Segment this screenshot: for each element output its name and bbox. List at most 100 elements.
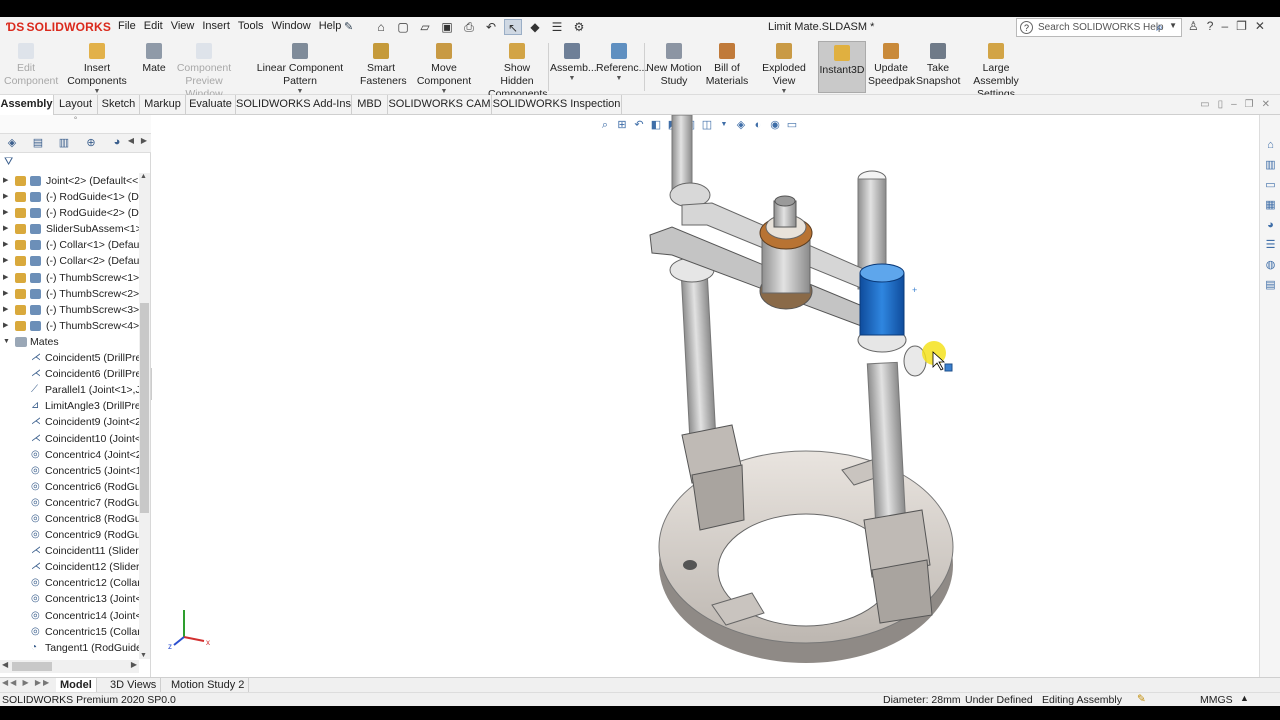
tab-model[interactable]: Model [56, 678, 97, 692]
mate-item[interactable]: ⋌ Coincident9 (Joint<2 [0, 414, 140, 430]
tab-sketch[interactable]: Sketch [98, 95, 140, 115]
tree-item[interactable]: ▶ (-) Collar<2> (Defau [0, 253, 140, 269]
large-assembly-settings-button[interactable]: Large Assembly Settings [962, 43, 1030, 101]
filter-icon[interactable]: ⛛ [4, 156, 13, 169]
mate-item[interactable]: ◎ Concentric14 (Joint< [0, 608, 140, 624]
search-help-box[interactable]: ? Search SOLIDWORKS Help ⌕ ▼ [1016, 18, 1182, 37]
exploded-view-button[interactable]: Exploded View ▼ [752, 43, 816, 96]
doc-restore-icon[interactable]: ▯ [1218, 99, 1224, 110]
appearances-icon[interactable]: ◕ [1260, 215, 1280, 235]
mate-item[interactable]: ◔ Tangent1 (RodGuide [0, 640, 140, 656]
update-speedpak-button[interactable]: Update Speedpak [868, 43, 915, 88]
mate-item[interactable]: ⊿ LimitAngle3 (DrillPre [0, 398, 140, 414]
new-motion-study-button[interactable]: New Motion Study [646, 43, 702, 88]
show-hidden-components-button[interactable]: Show Hidden Components [488, 43, 548, 101]
print-icon[interactable]: ⎙ [460, 19, 478, 35]
move-component-button[interactable]: Move Component ▼ [404, 43, 484, 96]
tree-item[interactable]: ▶ (-) ThumbScrew<1> [0, 270, 140, 286]
markups-icon[interactable]: ▤ [1260, 275, 1280, 295]
tab-assembly[interactable]: Assembly [0, 95, 54, 115]
mate-item[interactable]: ◎ Concentric12 (Collar [0, 575, 140, 591]
tab-evaluate[interactable]: Evaluate [186, 95, 236, 115]
doc-close-icon[interactable]: ✕ [1262, 99, 1270, 110]
expand-arrow-icon[interactable]: ▶ [3, 270, 8, 286]
tree-vertical-scrollbar[interactable]: ▲ ▼ [139, 173, 150, 659]
solidworks-logo[interactable]: ƊS SOLIDWORKS [6, 20, 111, 34]
expand-arrow-icon[interactable]: ▶ [3, 302, 8, 318]
rebuild-status-icon[interactable]: ✎ [1137, 693, 1146, 705]
tree-item[interactable]: ▶ Joint<2> (Default<< [0, 173, 140, 189]
tree-item[interactable]: ▶ (-) ThumbScrew<4> [0, 318, 140, 334]
user-icon[interactable]: ♙ [1188, 19, 1199, 33]
search-icon[interactable]: ⌕ [1156, 20, 1163, 35]
doc-maximize-icon[interactable]: ❐ [1245, 99, 1254, 110]
close-icon[interactable]: ✕ [1255, 19, 1265, 33]
design-library-icon[interactable]: ▥ [1260, 155, 1280, 175]
tree-horizontal-scrollbar[interactable]: ◀ ▶ [0, 660, 139, 673]
scroll-right-arrow-icon[interactable]: ▶ [131, 660, 137, 669]
tree-item[interactable]: ▶ (-) Collar<1> (Defau [0, 237, 140, 253]
expand-arrow-icon[interactable]: ▶ [3, 173, 8, 189]
doc-minimize-icon[interactable]: – [1231, 99, 1237, 110]
menu-view[interactable]: View [171, 20, 203, 32]
reference-geometry-button[interactable]: Referenc... ▼ [596, 43, 647, 83]
dropdown-arrow-icon[interactable]: ▼ [596, 75, 642, 83]
file-properties-icon[interactable]: ☰ [548, 19, 566, 35]
menu-file[interactable]: File [118, 20, 144, 32]
tree-item[interactable]: ▶ (-) RodGuide<2> (D [0, 205, 140, 221]
mate-item[interactable]: ⋌ Coincident5 (DrillPre [0, 350, 140, 366]
left-rod[interactable] [669, 115, 745, 531]
minimize-icon[interactable]: – [1221, 19, 1228, 33]
home-icon[interactable]: ⌂ [372, 19, 390, 35]
expand-arrow-icon[interactable]: ▶ [3, 205, 8, 221]
view-palette-icon[interactable]: ▦ [1260, 195, 1280, 215]
mate-button[interactable]: Mate [140, 43, 168, 75]
feature-manager-tab-icon[interactable]: ◈ [3, 136, 21, 152]
menu-tools[interactable]: Tools [238, 20, 272, 32]
search-dropdown-icon[interactable]: ▼ [1169, 21, 1177, 30]
tree-item[interactable]: ▶ (-) ThumbScrew<3> [0, 302, 140, 318]
solidworks-resources-icon[interactable]: ⌂ [1260, 135, 1280, 155]
expand-arrow-icon[interactable]: ▶ [3, 253, 8, 269]
menu-insert[interactable]: Insert [202, 20, 238, 32]
menu-edit[interactable]: Edit [144, 20, 171, 32]
unit-system[interactable]: MMGS [1200, 694, 1233, 706]
open-icon[interactable]: ▱ [416, 19, 434, 35]
mate-item[interactable]: ◎ Concentric7 (RodGui [0, 495, 140, 511]
property-manager-tab-icon[interactable]: ▤ [29, 136, 47, 152]
mate-item[interactable]: ◎ Concentric6 (RodGui [0, 479, 140, 495]
dimxpert-tab-icon[interactable]: ⊕ [82, 136, 100, 152]
component-preview-window-button[interactable]: Component Preview Window [170, 43, 238, 101]
expand-arrow-icon[interactable]: ▶ [3, 318, 8, 334]
file-explorer-icon[interactable]: ▭ [1260, 175, 1280, 195]
save-icon[interactable]: ▣ [438, 19, 456, 35]
expand-arrow-icon[interactable]: ▶ [3, 189, 8, 205]
assembly-model[interactable]: + [152, 115, 1259, 677]
selected-collar[interactable] [857, 263, 927, 377]
new-document-icon[interactable]: ▢ [394, 19, 412, 35]
graphics-area[interactable]: ⌕ ⊞ ↶ ◧ ◩ ▣ ◫ ▼ ◈ ◐ ◉ ▭ [152, 115, 1259, 677]
tab-scroll-right-icon[interactable]: ▶ [135, 136, 153, 152]
tab-navigation-arrows-icon[interactable]: ◀◀ ▶ ▶▶ [2, 678, 51, 687]
mate-item[interactable]: ◎ Concentric15 (Collar [0, 624, 140, 640]
insert-components-button[interactable]: Insert Components ▼ [54, 43, 140, 96]
solidworks-forum-icon[interactable]: ◍ [1260, 255, 1280, 275]
mate-item[interactable]: ⋌ Coincident11 (Slider [0, 543, 140, 559]
help-icon[interactable]: ? [1207, 19, 1214, 33]
panel-grip[interactable]: ° [0, 115, 151, 133]
expand-arrow-icon[interactable]: ▶ [3, 286, 8, 302]
tree-item[interactable]: ▶ (-) ThumbScrew<2> [0, 286, 140, 302]
pin-menu-icon[interactable]: ✎ [344, 20, 353, 33]
expand-arrow-icon[interactable]: ▶ [3, 237, 8, 253]
configuration-manager-tab-icon[interactable]: ▥ [55, 136, 73, 152]
mate-item[interactable]: ⋌ Coincident12 (Slider [0, 559, 140, 575]
expand-arrow-icon[interactable]: ▶ [3, 221, 8, 237]
units-dropdown-icon[interactable]: ▲ [1240, 693, 1249, 703]
instant3d-button[interactable]: Instant3D [818, 41, 866, 93]
take-snapshot-button[interactable]: Take Snapshot [916, 43, 960, 88]
select-icon[interactable]: ↖ [504, 19, 522, 35]
undo-icon[interactable]: ↶ [482, 19, 500, 35]
mate-item[interactable]: ⋌ Coincident10 (Joint< [0, 431, 140, 447]
linear-component-pattern-button[interactable]: Linear Component Pattern ▼ [242, 43, 358, 96]
mate-item[interactable]: ◎ Concentric9 (RodGui [0, 527, 140, 543]
